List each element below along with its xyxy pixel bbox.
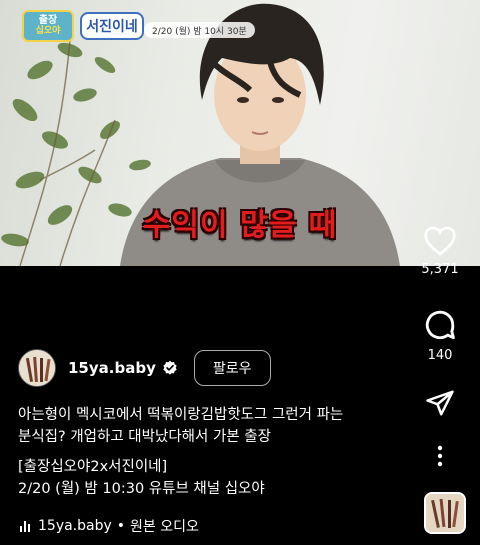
- show-logo-right: 서진이네: [80, 12, 144, 40]
- more-options-button[interactable]: [412, 444, 468, 468]
- heart-icon: [424, 226, 456, 256]
- channel-row: 15ya.baby 팔로우: [18, 348, 271, 388]
- logo-left-line1: 출장: [38, 15, 58, 26]
- logo-right-text: 서진이네: [86, 19, 138, 35]
- audio-username: 15ya.baby: [38, 518, 112, 534]
- channel-username[interactable]: 15ya.baby: [68, 359, 156, 377]
- like-count: 5,371: [421, 262, 459, 277]
- post-description: 아는형이 멕시코에서 떡볶이랑김밥핫도그 그런거 파는 분식집? 개업하고 대박…: [18, 404, 418, 500]
- tteokbokki-image: [426, 494, 464, 532]
- avatar[interactable]: [18, 349, 56, 387]
- logo-left-line2: 십오야: [35, 26, 61, 36]
- show-logo-left: 출장 십오야: [22, 10, 74, 42]
- comment-bubble-icon: [425, 310, 455, 340]
- more-vertical-icon: [437, 445, 443, 467]
- video-caption: 수익이 많을 때: [142, 208, 338, 243]
- verified-badge-icon: [163, 360, 177, 375]
- description-line-2: 분식집? 개업하고 대박났다해서 가본 출장: [18, 429, 271, 445]
- like-button[interactable]: 5,371: [412, 226, 468, 277]
- follow-button[interactable]: 팔로우: [193, 350, 271, 386]
- broadcast-time: 2/20 (월) 밤 10시 30분: [144, 22, 255, 38]
- video-player[interactable]: 출장 십오야 서진이네 2/20 (월) 밤 10시 30분 수익이 많을 때: [0, 0, 480, 266]
- audio-separator: •: [116, 518, 126, 534]
- audio-thumbnail[interactable]: [424, 492, 466, 534]
- audio-attribution[interactable]: 15ya.baby • 원본 오디오: [20, 516, 199, 536]
- comment-count: 140: [427, 348, 453, 363]
- description-line-4: 2/20 (월) 밤 10:30 유튜브 채널 십오야: [18, 481, 265, 497]
- share-button[interactable]: [412, 388, 468, 418]
- audio-bars-icon: [20, 520, 30, 532]
- description-line-3: [출장십오야2x서진이네]: [18, 459, 168, 475]
- comment-button[interactable]: 140: [412, 308, 468, 363]
- audio-label: 원본 오디오: [130, 519, 199, 535]
- send-icon: [426, 390, 454, 416]
- avatar-image: [19, 350, 55, 386]
- description-line-1: 아는형이 멕시코에서 떡볶이랑김밥핫도그 그런거 파는: [18, 407, 344, 423]
